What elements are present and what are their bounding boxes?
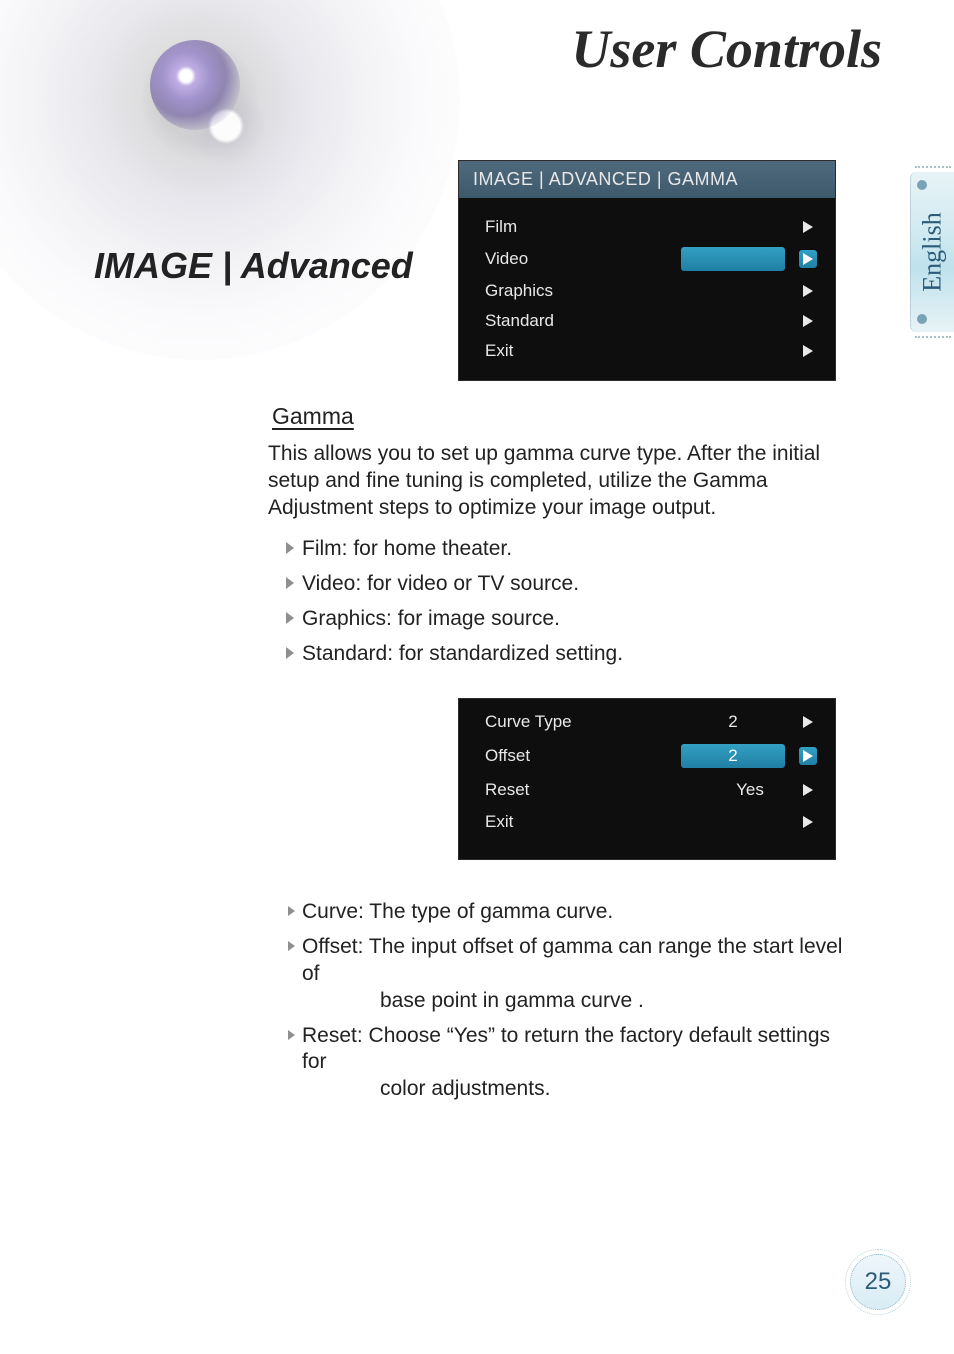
osd-gamma-adjust-menu: Curve Type 2 Offset 2 Reset Yes Exit bbox=[458, 698, 836, 860]
banner-title: User Controls bbox=[571, 18, 882, 80]
osd-item-label: Offset bbox=[485, 746, 530, 766]
osd-item-label: Graphics bbox=[485, 281, 553, 301]
gamma-bullet-list: Film: for home theater. Video: for video… bbox=[268, 532, 858, 672]
osd-selection-highlight bbox=[681, 247, 785, 271]
osd-item-label: Curve Type bbox=[485, 712, 572, 732]
bullet-graphics: Graphics: for image source. bbox=[268, 602, 858, 637]
osd-item-exit[interactable]: Exit bbox=[459, 336, 835, 366]
language-tab-label: English bbox=[918, 212, 948, 291]
osd-item-label: Film bbox=[485, 217, 517, 237]
lens-graphic bbox=[0, 0, 460, 360]
bullet-film: Film: for home theater. bbox=[268, 532, 858, 567]
bullet-video: Video: for video or TV source. bbox=[268, 567, 858, 602]
osd-item-value: Yes bbox=[715, 778, 785, 802]
chevron-right-icon bbox=[799, 747, 817, 765]
osd-item-standard[interactable]: Standard bbox=[459, 306, 835, 336]
bullet-offset: Offset: The input offset of gamma can ra… bbox=[268, 930, 858, 1019]
osd-item-offset[interactable]: Offset 2 bbox=[459, 739, 835, 773]
osd-item-label: Standard bbox=[485, 311, 554, 331]
osd-item-label: Video bbox=[485, 249, 528, 269]
osd-item-reset[interactable]: Reset Yes bbox=[459, 773, 835, 807]
osd-item-graphics[interactable]: Graphics bbox=[459, 276, 835, 306]
chevron-right-icon bbox=[799, 713, 817, 731]
page-number: 25 bbox=[865, 1268, 892, 1296]
page-banner: User Controls bbox=[0, 0, 954, 130]
chevron-right-icon bbox=[799, 813, 817, 831]
gamma-section: Gamma This allows you to set up gamma cu… bbox=[268, 402, 858, 672]
osd-item-value: 2 bbox=[681, 744, 785, 768]
osd-gamma-menu: IMAGE | ADVANCED | GAMMA Film Video Grap… bbox=[458, 160, 836, 381]
osd-item-film[interactable]: Film bbox=[459, 212, 835, 242]
gamma-intro: This allows you to set up gamma curve ty… bbox=[268, 441, 858, 522]
chevron-right-icon bbox=[799, 342, 817, 360]
osd-item-label: Reset bbox=[485, 780, 529, 800]
osd-item-label: Exit bbox=[485, 812, 513, 832]
page-number-badge: 25 bbox=[850, 1254, 906, 1310]
osd-item-label: Exit bbox=[485, 341, 513, 361]
chevron-right-icon bbox=[799, 312, 817, 330]
osd-item-exit2[interactable]: Exit bbox=[459, 807, 835, 837]
bullet-curve: Curve: The type of gamma curve. bbox=[268, 895, 858, 930]
chevron-right-icon bbox=[799, 781, 817, 799]
chevron-right-icon bbox=[799, 250, 817, 268]
osd-item-value: 2 bbox=[681, 710, 785, 734]
bullet-standard: Standard: for standardized setting. bbox=[268, 637, 858, 672]
chevron-right-icon bbox=[799, 218, 817, 236]
osd-header: IMAGE | ADVANCED | GAMMA bbox=[459, 161, 835, 198]
section-heading: IMAGE | Advanced bbox=[94, 245, 413, 287]
osd-item-video[interactable]: Video bbox=[459, 242, 835, 276]
osd-item-curve-type[interactable]: Curve Type 2 bbox=[459, 705, 835, 739]
gamma-details: Curve: The type of gamma curve. Offset: … bbox=[268, 895, 858, 1107]
chevron-right-icon bbox=[799, 282, 817, 300]
gamma-heading: Gamma bbox=[268, 402, 858, 431]
language-tab: English bbox=[910, 172, 954, 332]
bullet-reset: Reset: Choose “Yes” to return the factor… bbox=[268, 1019, 858, 1108]
